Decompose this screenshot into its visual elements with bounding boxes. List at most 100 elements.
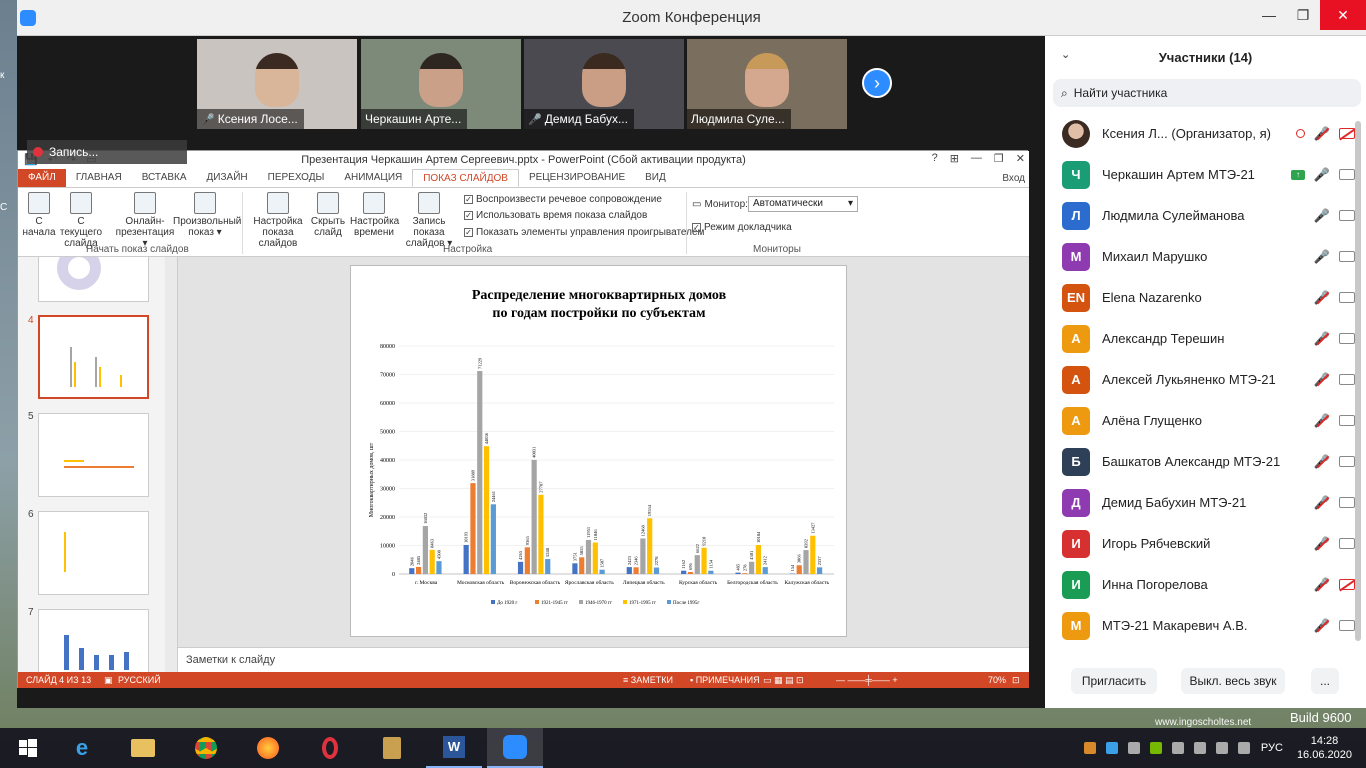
ppt-restore-button[interactable]: ❐ bbox=[994, 152, 1004, 165]
legend-label: До 1920 г bbox=[497, 601, 517, 606]
from-current-button[interactable]: С текущего слайда bbox=[56, 192, 106, 249]
presenter-view-checkbox[interactable]: ✓ Режим докладчика bbox=[692, 222, 792, 233]
video-name: Черкашин Арте... bbox=[365, 112, 462, 126]
participants-scrollbar[interactable] bbox=[1355, 121, 1361, 641]
media-controls-checkbox[interactable]: ✓ Показать элементы управления проигрыват… bbox=[464, 227, 704, 238]
slide-thumbnail-5[interactable] bbox=[38, 413, 149, 497]
current-slide[interactable]: Распределение многоквартирных домов по г… bbox=[350, 265, 847, 637]
ppt-close-button[interactable]: ✕ bbox=[1016, 152, 1025, 165]
language-indicator[interactable]: РУССКИЙ bbox=[118, 675, 161, 685]
video-tile-1[interactable]: 🎤 Ксения Лосе... bbox=[197, 39, 357, 129]
taskbar-firefox[interactable] bbox=[240, 728, 296, 768]
tab-view[interactable]: ВИД bbox=[635, 169, 676, 187]
setup-show-button[interactable]: Настройка показа слайдов bbox=[246, 192, 310, 249]
participant-row[interactable]: Ч Черкашин Артем МТЭ-21 ↑ 🎤 bbox=[1045, 154, 1360, 195]
tab-slideshow[interactable]: ПОКАЗ СЛАЙДОВ bbox=[412, 169, 519, 187]
view-buttons[interactable]: ▭ ▦ ▤ ⊡ bbox=[763, 675, 804, 686]
thumbnails-scrollbar[interactable] bbox=[165, 257, 177, 672]
tab-design[interactable]: ДИЗАЙН bbox=[197, 169, 258, 187]
participant-row[interactable]: Ксения Л... (Организатор, я) 🎤 bbox=[1045, 113, 1360, 154]
participant-row[interactable]: EN Elena Nazarenko 🎤 bbox=[1045, 277, 1360, 318]
timer-icon bbox=[363, 192, 385, 214]
tab-home[interactable]: ГЛАВНАЯ bbox=[66, 169, 132, 187]
participant-row[interactable]: Б Башкатов Александр МТЭ-21 🎤 bbox=[1045, 441, 1360, 482]
notes-button[interactable]: ≡ ЗАМЕТКИ bbox=[623, 675, 673, 685]
video-name: Людмила Суле... bbox=[691, 112, 785, 126]
avatar: Д bbox=[1062, 488, 1090, 517]
help-button[interactable]: ? bbox=[932, 152, 938, 165]
participant-row[interactable]: И Инна Погорелова 🎤 bbox=[1045, 564, 1360, 605]
next-videos-button[interactable]: › bbox=[862, 68, 892, 98]
participant-row[interactable]: Д Демид Бабухин МТЭ-21 🎤 bbox=[1045, 482, 1360, 523]
participant-row[interactable]: А Алёна Глущенко 🎤 bbox=[1045, 400, 1360, 441]
tab-transitions[interactable]: ПЕРЕХОДЫ bbox=[258, 169, 335, 187]
participant-row[interactable]: И Игорь Рябчевский 🎤 bbox=[1045, 523, 1360, 564]
chart-bar bbox=[436, 561, 442, 574]
video-tile-3[interactable]: 🎤 Демид Бабух... bbox=[524, 39, 684, 129]
tab-review[interactable]: РЕЦЕНЗИРОВАНИЕ bbox=[519, 169, 635, 187]
video-tile-2[interactable]: Черкашин Арте... bbox=[361, 39, 521, 129]
tray-battery-icon[interactable] bbox=[1193, 742, 1206, 754]
minimize-button[interactable]: — bbox=[1252, 0, 1286, 30]
slide-notes[interactable]: Заметки к слайду bbox=[178, 647, 1029, 672]
participant-row[interactable]: М МТЭ-21 Макаревич А.В. 🎤 bbox=[1045, 605, 1360, 646]
comments-button[interactable]: ▪ ПРИМЕЧАНИЯ bbox=[690, 675, 760, 685]
chart-bar bbox=[545, 559, 551, 574]
rehearse-timings-button[interactable]: Настройка времени bbox=[350, 192, 399, 238]
taskbar-ie[interactable]: e bbox=[54, 728, 110, 768]
hide-slide-button[interactable]: Скрыть слайд bbox=[310, 192, 346, 238]
ribbon-display-button[interactable]: ⊞ bbox=[950, 152, 959, 165]
recording-indicator[interactable]: Запись... bbox=[27, 140, 187, 164]
participant-row[interactable]: М Михаил Марушко 🎤 bbox=[1045, 236, 1360, 277]
sign-in-link[interactable]: Вход bbox=[1002, 173, 1025, 184]
tray-app-icon[interactable] bbox=[1083, 742, 1096, 754]
video-tile-4[interactable]: Людмила Суле... bbox=[687, 39, 847, 129]
tray-network-icon[interactable] bbox=[1171, 742, 1184, 754]
timings-checkbox[interactable]: ✓ Использовать время показа слайдов bbox=[464, 210, 647, 221]
tray-nvidia-icon[interactable] bbox=[1149, 742, 1162, 754]
slide-thumbnail-3[interactable] bbox=[38, 257, 149, 302]
tab-file[interactable]: ФАЙЛ bbox=[18, 169, 66, 187]
slide-thumbnail-7[interactable] bbox=[38, 609, 149, 672]
slide-thumbnail-4[interactable] bbox=[38, 315, 149, 399]
taskbar-zoom[interactable] bbox=[487, 728, 543, 768]
spellcheck-icon[interactable]: ▣ bbox=[104, 675, 113, 686]
clock[interactable]: 14:28 16.06.2020 bbox=[1297, 734, 1352, 762]
ppt-minimize-button[interactable]: — bbox=[971, 152, 982, 165]
participant-search[interactable]: ⌕ Найти участника bbox=[1053, 79, 1361, 107]
taskbar-chrome[interactable] bbox=[178, 728, 234, 768]
online-presentation-button[interactable]: Онлайн-презентация ▾ bbox=[114, 192, 176, 249]
from-start-button[interactable]: Сначала bbox=[22, 192, 56, 238]
start-button[interactable] bbox=[0, 728, 56, 768]
maximize-button[interactable]: ❐ bbox=[1286, 0, 1320, 30]
group-label-start: Начать показ слайдов bbox=[86, 244, 189, 255]
mute-all-button[interactable]: Выкл. весь звук bbox=[1181, 668, 1285, 694]
data-label: 8463 bbox=[430, 538, 435, 548]
narration-checkbox[interactable]: ✓ Воспроизвести речевое сопровождение bbox=[464, 194, 662, 205]
slide-thumbnail-6[interactable] bbox=[38, 511, 149, 595]
participant-row[interactable]: А Алексей Лукьяненко МТЭ-21 🎤 bbox=[1045, 359, 1360, 400]
tab-animation[interactable]: АНИМАЦИЯ bbox=[334, 169, 412, 187]
more-button[interactable]: ... bbox=[1311, 668, 1339, 694]
tray-display-icon[interactable] bbox=[1127, 742, 1140, 754]
tray-volume-icon[interactable] bbox=[1215, 742, 1228, 754]
taskbar-word[interactable]: W bbox=[426, 728, 482, 768]
taskbar-archiver[interactable] bbox=[364, 728, 420, 768]
taskbar-explorer[interactable] bbox=[115, 728, 171, 768]
tray-power-icon[interactable] bbox=[1237, 742, 1250, 754]
monitor-select[interactable]: Автоматически ▾ bbox=[748, 196, 858, 212]
close-button[interactable]: ✕ bbox=[1320, 0, 1366, 30]
zoom-slider[interactable]: — ——╪—— + bbox=[836, 675, 898, 685]
tray-bluetooth-icon[interactable] bbox=[1105, 742, 1118, 754]
taskbar-opera[interactable] bbox=[302, 728, 358, 768]
tab-insert[interactable]: ВСТАВКА bbox=[132, 169, 197, 187]
participant-row[interactable]: Л Людмила Сулейманова 🎤 bbox=[1045, 195, 1360, 236]
custom-show-button[interactable]: Произвольный показ ▾ bbox=[173, 192, 241, 238]
input-language[interactable]: РУС bbox=[1261, 742, 1283, 754]
record-show-button[interactable]: Запись показа слайдов ▾ bbox=[398, 192, 460, 249]
chevron-down-icon[interactable]: ⌄ bbox=[1061, 48, 1070, 61]
zoom-level[interactable]: 70% bbox=[988, 675, 1006, 685]
participant-row[interactable]: А Александр Терешин 🎤 bbox=[1045, 318, 1360, 359]
fit-slide-icon[interactable]: ⊡ bbox=[1012, 675, 1020, 686]
invite-button[interactable]: Пригласить bbox=[1071, 668, 1157, 694]
